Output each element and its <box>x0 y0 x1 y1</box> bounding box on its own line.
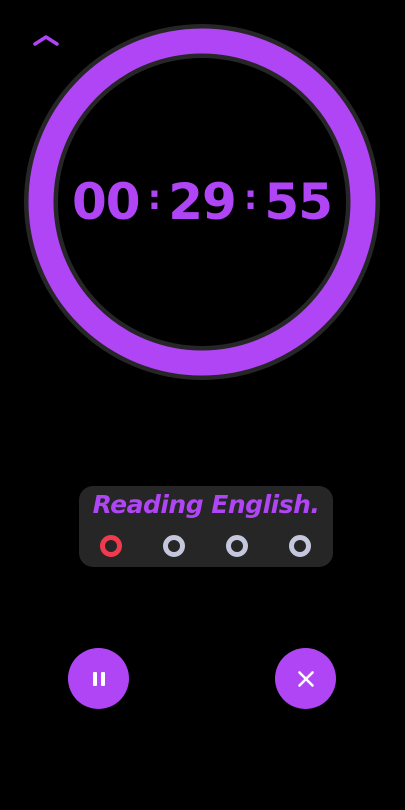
session-dot-2 <box>163 535 185 557</box>
session-dot-4 <box>289 535 311 557</box>
session-dot-1 <box>100 535 122 557</box>
pause-icon <box>92 671 105 686</box>
pause-button[interactable] <box>68 648 129 709</box>
close-icon <box>297 670 314 687</box>
stop-button[interactable] <box>275 648 336 709</box>
time-separator: : <box>147 178 162 218</box>
session-dot-3 <box>226 535 248 557</box>
task-card: Reading English. <box>79 486 333 567</box>
time-separator: : <box>243 178 258 218</box>
time-display: 00 : 29 : 55 <box>20 20 384 384</box>
session-indicators <box>79 486 333 567</box>
seconds-value: 55 <box>264 173 333 231</box>
minutes-value: 29 <box>168 173 237 231</box>
hours-value: 00 <box>72 173 141 231</box>
